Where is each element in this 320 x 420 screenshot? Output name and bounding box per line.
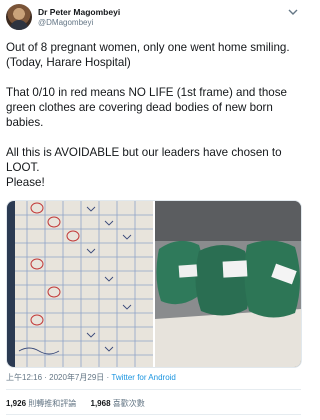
likes-count: 1,968 bbox=[90, 399, 111, 408]
tweet-source-link[interactable]: Twitter for Android bbox=[111, 373, 175, 382]
tweet-media bbox=[6, 200, 302, 368]
tweet-paragraph: Out of 8 pregnant women, only one went h… bbox=[6, 41, 290, 69]
retweets-stat[interactable]: 1,926 則轉推和評論 bbox=[6, 398, 76, 409]
author-handle[interactable]: @DMagombeyi bbox=[38, 18, 93, 27]
avatar[interactable] bbox=[6, 4, 32, 30]
green-cloths-photo[interactable] bbox=[155, 201, 301, 367]
handwritten-chart-photo[interactable] bbox=[7, 201, 153, 367]
divider bbox=[6, 389, 301, 390]
likes-stat[interactable]: 1,968 喜歡次數 bbox=[91, 398, 145, 409]
retweets-count: 1,926 bbox=[6, 399, 27, 408]
tweet-text: Out of 8 pregnant women, only one went h… bbox=[6, 40, 304, 205]
likes-label: 喜歡次數 bbox=[112, 399, 145, 408]
tweet-date[interactable]: 2020年7月29日 bbox=[49, 373, 104, 382]
tweet-paragraph: That 0/10 in red means NO LIFE (1st fram… bbox=[6, 86, 287, 129]
retweets-label: 則轉推和評論 bbox=[28, 399, 77, 408]
tweet-stats: 1,926 則轉推和評論 1,968 喜歡次數 bbox=[6, 398, 157, 409]
author-name[interactable]: Dr Peter Magombeyi bbox=[38, 7, 120, 17]
tweet-meta: 上午12:16 · 2020年7月29日 · Twitter for Andro… bbox=[6, 372, 176, 383]
tweet-paragraph: All this is AVOIDABLE but our leaders ha… bbox=[6, 146, 282, 189]
chevron-down-icon[interactable] bbox=[286, 5, 300, 19]
tweet-time[interactable]: 上午12:16 bbox=[6, 373, 42, 382]
divider bbox=[6, 414, 301, 415]
tweet-header: Dr Peter Magombeyi @DMagombeyi bbox=[6, 3, 300, 33]
